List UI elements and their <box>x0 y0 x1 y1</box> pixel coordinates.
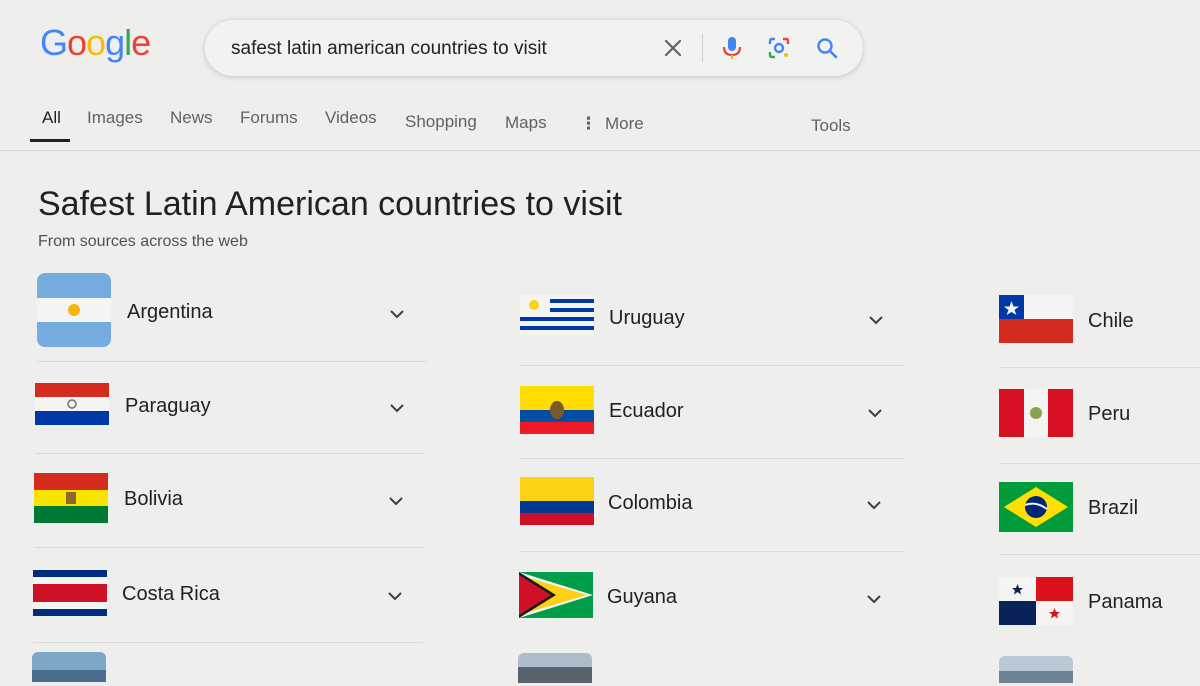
more-vert-icon: ⋮ <box>580 114 597 133</box>
chevron-down-icon <box>869 316 883 325</box>
chevron-down-icon <box>389 497 403 506</box>
list-item-chile[interactable]: Chile <box>999 295 1200 375</box>
country-name: Chile <box>1088 310 1134 332</box>
costa-rica-flag-icon <box>33 570 107 616</box>
list-item-peru[interactable]: Peru <box>999 389 1200 469</box>
list-item-guyana[interactable]: Guyana <box>519 572 904 652</box>
list-item-brazil[interactable]: Brazil <box>999 482 1200 562</box>
tab-all[interactable]: All <box>42 108 61 128</box>
brazil-flag-icon <box>999 482 1073 532</box>
country-name: Uruguay <box>609 307 685 329</box>
camera-lens-icon[interactable] <box>765 34 793 62</box>
chevron-down-icon <box>390 404 404 413</box>
tab-news[interactable]: News <box>170 108 213 128</box>
list-item-panama[interactable]: Panama <box>999 577 1200 657</box>
paraguay-flag-icon <box>35 383 109 425</box>
country-name: Ecuador <box>609 400 684 422</box>
search-box <box>205 20 863 76</box>
country-name: Guyana <box>607 586 678 608</box>
country-name: Peru <box>1088 403 1131 425</box>
country-name: Brazil <box>1088 497 1139 519</box>
tab-images[interactable]: Images <box>87 108 143 128</box>
tab-videos[interactable]: Videos <box>325 108 377 128</box>
tools-button[interactable]: Tools <box>811 116 851 136</box>
country-name: Paraguay <box>125 395 211 417</box>
list-item-ecuador[interactable]: Ecuador <box>520 386 905 466</box>
country-name: Panama <box>1088 591 1163 613</box>
uruguay-flag-icon <box>520 295 594 335</box>
list-item-bolivia[interactable]: Bolivia <box>34 473 424 553</box>
close-icon[interactable] <box>659 34 687 62</box>
ecuador-flag-icon <box>520 386 594 434</box>
partial-thumbnail <box>32 652 106 682</box>
country-name: Costa Rica <box>122 583 220 605</box>
chevron-down-icon <box>868 409 882 418</box>
tab-maps[interactable]: Maps <box>505 113 547 133</box>
active-tab-indicator <box>30 139 70 142</box>
chevron-down-icon <box>390 310 404 319</box>
microphone-icon[interactable] <box>718 34 746 62</box>
list-item-uruguay[interactable]: Uruguay <box>520 295 905 375</box>
tabs-divider <box>0 150 1200 151</box>
peru-flag-icon <box>999 389 1073 437</box>
tab-forums[interactable]: Forums <box>240 108 298 128</box>
list-item-argentina[interactable]: Argentina <box>37 273 427 362</box>
chevron-down-icon <box>388 592 402 601</box>
search-icon[interactable] <box>813 34 841 62</box>
chile-flag-icon <box>999 295 1073 343</box>
tab-shopping[interactable]: Shopping <box>405 112 477 132</box>
list-item-costa-rica[interactable]: Costa Rica <box>33 570 423 650</box>
country-name: Colombia <box>608 492 693 514</box>
tab-more[interactable]: ⋮ More <box>580 114 644 134</box>
argentina-flag-icon <box>37 273 111 347</box>
section-subtitle: From sources across the web <box>38 233 248 250</box>
google-logo[interactable]: Google <box>40 22 151 64</box>
chevron-down-icon <box>867 595 881 604</box>
panama-flag-icon <box>999 577 1073 625</box>
bolivia-flag-icon <box>34 473 108 523</box>
list-item-colombia[interactable]: Colombia <box>520 477 905 557</box>
list-item-paraguay[interactable]: Paraguay <box>35 383 425 463</box>
colombia-flag-icon <box>520 477 594 525</box>
partial-thumbnail <box>518 653 592 683</box>
section-title: Safest Latin American countries to visit <box>38 185 622 223</box>
search-input[interactable] <box>229 34 653 64</box>
chevron-down-icon <box>867 501 881 510</box>
search-tabs: All Images News Forums Videos Shopping M… <box>0 100 1200 150</box>
country-name: Bolivia <box>124 488 183 510</box>
partial-thumbnail <box>999 656 1073 686</box>
country-name: Argentina <box>127 301 213 323</box>
guyana-flag-icon <box>519 572 593 618</box>
